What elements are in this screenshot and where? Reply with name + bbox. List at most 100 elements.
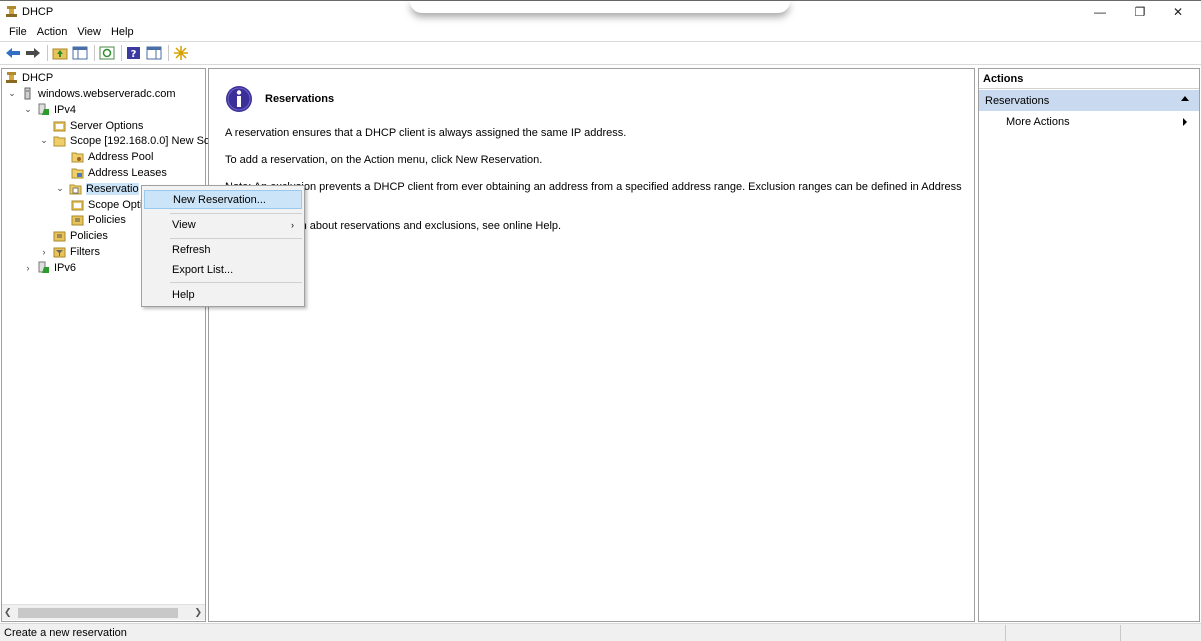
chevron-down-icon[interactable]: ⌄ (39, 135, 49, 146)
toolbar: ? (0, 41, 1201, 65)
tree-node-server[interactable]: ⌄ windows.webserveradc.com (7, 86, 176, 101)
server-icon (24, 87, 31, 100)
svg-text:?: ? (131, 49, 137, 60)
status-divider (1120, 625, 1121, 641)
tree-label: IPv6 (54, 261, 77, 274)
chevron-down-icon[interactable]: ⌄ (7, 88, 17, 99)
address-leases-icon (71, 168, 84, 179)
close-icon: ✕ (1172, 5, 1184, 19)
help-reference-text: tion about reservations and exclusions, … (289, 220, 562, 232)
title-bar: DHCP — ❐ ✕ (0, 0, 1201, 22)
policies-icon (71, 215, 84, 226)
actions-section-reservations[interactable]: Reservations (979, 90, 1199, 111)
address-pool-icon (71, 152, 84, 163)
tree-label: windows.webserveradc.com (38, 87, 176, 100)
menu-help[interactable]: Help (106, 26, 139, 38)
new-action-button[interactable] (172, 44, 190, 62)
tree-node-scope-policies[interactable]: Policies (71, 212, 126, 227)
new-star-icon (174, 46, 188, 60)
tree-label: Filters (70, 245, 100, 258)
menu-item-label: Help (172, 288, 195, 301)
window-drag-shadow (410, 1, 790, 13)
more-actions-label: More Actions (1006, 116, 1070, 128)
scope-folder-icon (53, 136, 66, 147)
up-folder-icon (52, 48, 68, 60)
show-hide-action-pane-icon (146, 46, 162, 60)
maximize-button[interactable]: ❐ (1120, 1, 1160, 23)
forward-button[interactable] (24, 44, 42, 62)
tree-label: Policies (70, 229, 108, 242)
console-tree-pane[interactable]: DHCP ⌄ windows.webserveradc.com ⌄ IPv4 S… (1, 68, 215, 622)
tree-label: Address Pool (88, 150, 154, 163)
chevron-down-icon[interactable]: ⌄ (55, 183, 65, 194)
maximize-icon: ❐ (1134, 5, 1146, 19)
menu-file[interactable]: File (4, 26, 32, 38)
menu-item-help[interactable]: Help (144, 285, 302, 304)
back-button[interactable] (4, 44, 22, 62)
tree-node-ipv4[interactable]: ⌄ IPv4 (23, 102, 76, 117)
menu-view[interactable]: View (72, 26, 106, 38)
toolbar-separator (47, 45, 48, 61)
menu-bar: File Action View Help (0, 22, 1201, 41)
status-divider (1005, 625, 1006, 641)
help-button[interactable]: ? (125, 44, 143, 62)
forward-arrow-icon (26, 48, 40, 58)
details-pane: Reservations A reservation ensures that … (208, 68, 975, 622)
menu-action[interactable]: Action (32, 26, 73, 38)
more-actions-item[interactable]: More Actions (979, 113, 1199, 131)
actions-header: Actions (979, 69, 1199, 89)
options-folder-icon (53, 121, 66, 132)
tree-node-server-options[interactable]: Server Options (53, 118, 143, 133)
tree-node-address-pool[interactable]: Address Pool (71, 149, 153, 164)
tree-node-policies[interactable]: Policies (53, 228, 108, 243)
tree-node-scope-options[interactable]: Scope Opti (71, 197, 142, 212)
submenu-arrow-icon: › (291, 220, 294, 230)
toolbar-separator (168, 45, 169, 61)
menu-separator (170, 213, 302, 214)
refresh-icon (99, 46, 115, 60)
refresh-button[interactable] (98, 44, 116, 62)
actions-pane: Actions Reservations More Actions (978, 68, 1200, 622)
tree-label: Policies (88, 213, 126, 226)
menu-item-refresh[interactable]: Refresh (144, 240, 302, 259)
chevron-right-icon[interactable]: › (23, 263, 33, 273)
up-one-level-button[interactable] (51, 44, 69, 62)
horizontal-scrollbar[interactable]: ❮ ❯ (2, 604, 205, 620)
show-hide-tree-icon (72, 46, 88, 60)
note-text: Note: An exclusion prevents a DHCP clien… (225, 181, 962, 193)
chevron-right-icon[interactable]: › (39, 247, 49, 257)
menu-item-label: View (172, 218, 196, 231)
policies-icon (53, 231, 66, 242)
options-folder-icon (71, 200, 84, 211)
collapse-up-icon[interactable] (1181, 96, 1189, 101)
scrollbar-thumb[interactable] (18, 608, 178, 618)
menu-item-view[interactable]: View › (144, 215, 302, 234)
tree-node-ipv6[interactable]: › IPv6 (23, 260, 76, 275)
tree-node-dhcp[interactable]: DHCP (5, 70, 53, 85)
ipv6-icon (38, 261, 49, 273)
dhcp-app-icon (6, 6, 17, 17)
show-hide-action-pane-button[interactable] (145, 44, 163, 62)
chevron-down-icon[interactable]: ⌄ (23, 104, 33, 115)
toolbar-separator (94, 45, 95, 61)
scroll-right-icon[interactable]: ❯ (194, 607, 202, 618)
actions-section-label: Reservations (985, 94, 1050, 107)
help-icon: ? (127, 47, 140, 60)
show-hide-tree-button[interactable] (71, 44, 89, 62)
ipv4-icon (38, 103, 49, 115)
description-text: A reservation ensures that a DHCP client… (225, 127, 627, 139)
status-bar: Create a new reservation (0, 623, 1201, 641)
tree-node-filters[interactable]: › Filters (39, 244, 100, 259)
menu-separator (170, 238, 302, 239)
tree-label: IPv4 (54, 103, 77, 116)
tree-node-reservations[interactable]: ⌄ Reservatio (55, 181, 139, 196)
minimize-button[interactable]: — (1080, 1, 1120, 23)
tree-node-scope[interactable]: ⌄ Scope [192.168.0.0] New Scc (39, 133, 215, 148)
menu-item-export-list[interactable]: Export List... (144, 260, 302, 279)
close-button[interactable]: ✕ (1158, 1, 1198, 23)
filters-icon (53, 247, 66, 258)
tree-node-address-leases[interactable]: Address Leases (71, 165, 167, 180)
scroll-left-icon[interactable]: ❮ (4, 607, 12, 618)
tree-label: Reservatio (86, 182, 139, 195)
menu-item-new-reservation[interactable]: New Reservation... (144, 190, 302, 209)
